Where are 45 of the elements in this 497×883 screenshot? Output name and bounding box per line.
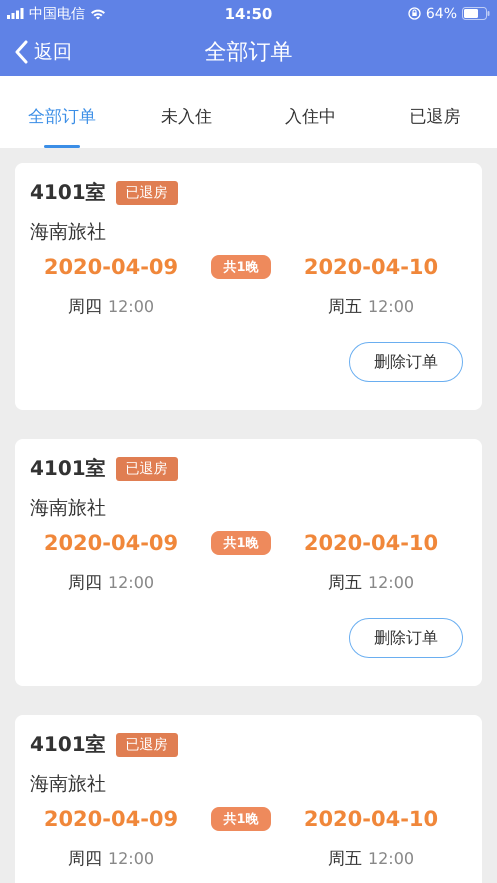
checkout-time: 12:00 <box>368 849 414 868</box>
clock-time: 14:50 <box>224 4 272 22</box>
battery-percent: 64% <box>426 6 457 22</box>
room-number: 4101室 <box>30 179 106 206</box>
delete-order-button[interactable]: 删除订单 <box>349 342 463 382</box>
delete-order-button[interactable]: 删除订单 <box>349 618 463 658</box>
checkout-date: 2020-04-10 <box>302 531 440 555</box>
rotation-lock-icon <box>408 7 421 20</box>
weekday: 周四 <box>68 296 102 318</box>
checkin-time: 12:00 <box>108 573 154 592</box>
signal-icon <box>7 8 24 19</box>
hotel-name: 海南旅社 <box>30 220 107 245</box>
hotel-name: 海南旅社 <box>30 772 107 797</box>
room-number: 4101室 <box>30 455 106 482</box>
checkout-date: 2020-04-10 <box>302 255 440 279</box>
checkin-date: 2020-04-09 <box>42 255 180 279</box>
status-badge: 已退房 <box>116 180 178 204</box>
back-button[interactable]: 返回 <box>14 38 72 64</box>
checkin-date: 2020-04-09 <box>42 531 180 555</box>
carrier-name: 中国电信 <box>29 4 85 22</box>
status-badge: 已退房 <box>116 456 178 480</box>
back-icon <box>14 40 28 64</box>
wifi-icon <box>90 8 106 20</box>
checkin-time: 12:00 <box>108 849 154 868</box>
weekday: 周五 <box>328 296 362 318</box>
checkout-time: 12:00 <box>368 573 414 592</box>
page-title: 全部订单 <box>204 38 292 66</box>
tab[interactable]: 入住中 <box>256 82 366 150</box>
weekday: 周五 <box>328 572 362 594</box>
checkout-date: 2020-04-10 <box>302 807 440 831</box>
weekday: 周四 <box>68 848 102 870</box>
checkin-date: 2020-04-09 <box>42 807 180 831</box>
checkout-time: 12:00 <box>368 297 414 316</box>
hotel-name: 海南旅社 <box>30 496 107 521</box>
weekday: 周五 <box>328 848 362 870</box>
nights-badge: 共1晚 <box>211 807 271 831</box>
tab[interactable]: 已退房 <box>380 82 490 150</box>
tab[interactable]: 未入住 <box>131 82 242 150</box>
room-number: 4101室 <box>30 731 106 758</box>
weekday: 周四 <box>68 572 102 594</box>
nights-badge: 共1晚 <box>211 255 271 279</box>
status-badge: 已退房 <box>116 732 178 756</box>
nights-badge: 共1晚 <box>211 531 271 555</box>
checkin-time: 12:00 <box>108 297 154 316</box>
battery-icon <box>462 7 490 20</box>
